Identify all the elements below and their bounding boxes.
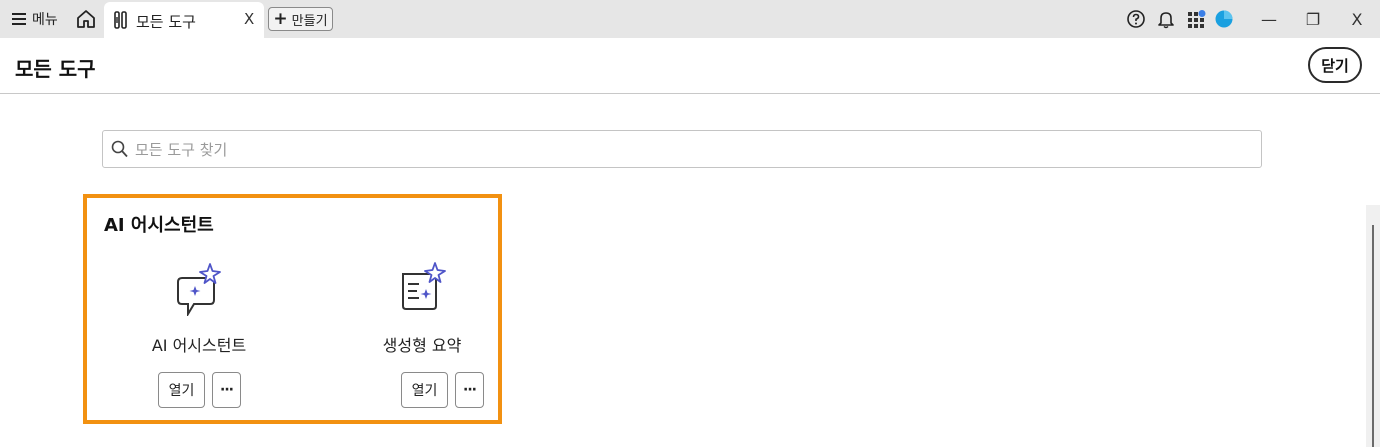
- tool-generative-summary: 생성형 요약 열기 ···: [342, 262, 502, 412]
- home-icon[interactable]: [75, 8, 97, 30]
- tool-label: 생성형 요약: [382, 336, 462, 355]
- restore-button[interactable]: ❐: [1302, 8, 1324, 30]
- category-ai-assistant: AI 어시스턴트 AI 어시스턴트 열기 ··· 생성형 요약 열기 ···: [83, 194, 502, 424]
- scrollbar-thumb[interactable]: [1372, 225, 1374, 447]
- hamburger-icon: [12, 13, 26, 25]
- menu-label: 메뉴: [32, 12, 58, 28]
- search-box[interactable]: [102, 130, 1262, 169]
- category-title: AI 어시스턴트: [104, 215, 214, 236]
- page-header: 모든 도구 닫기: [0, 38, 1380, 94]
- page-title: 모든 도구: [15, 57, 96, 81]
- apps-grid-icon[interactable]: [1186, 9, 1206, 29]
- close-button[interactable]: 닫기: [1308, 47, 1362, 83]
- tab-close-button[interactable]: X: [244, 10, 254, 28]
- tab-label: 모든 도구: [136, 13, 196, 31]
- tool-label: AI 어시스턴트: [151, 336, 247, 355]
- plus-icon: +: [273, 8, 288, 29]
- create-label: 만들기: [291, 13, 328, 29]
- create-button[interactable]: + 만들기: [268, 7, 333, 31]
- more-options-button[interactable]: ···: [212, 372, 241, 408]
- more-options-button[interactable]: ···: [455, 372, 484, 408]
- search-icon: [111, 140, 128, 158]
- tools-icon: [114, 11, 127, 29]
- menu-button[interactable]: 메뉴: [12, 9, 58, 29]
- search-input[interactable]: [133, 131, 1257, 169]
- tool-ai-assistant: AI 어시스턴트 열기 ···: [119, 262, 279, 412]
- minimize-button[interactable]: —: [1258, 8, 1280, 30]
- open-button[interactable]: 열기: [158, 372, 205, 408]
- help-icon[interactable]: [1126, 9, 1146, 29]
- tab-all-tools[interactable]: 모든 도구 X: [104, 2, 264, 38]
- ai-assistant-icon: [177, 263, 221, 316]
- bell-icon[interactable]: [1156, 9, 1176, 29]
- generative-summary-icon: [402, 262, 446, 310]
- avatar-icon[interactable]: [1214, 9, 1234, 29]
- close-window-button[interactable]: X: [1346, 8, 1368, 30]
- title-bar: 메뉴 모든 도구 X + 만들기 — ❐ X: [0, 0, 1380, 38]
- open-button[interactable]: 열기: [401, 372, 448, 408]
